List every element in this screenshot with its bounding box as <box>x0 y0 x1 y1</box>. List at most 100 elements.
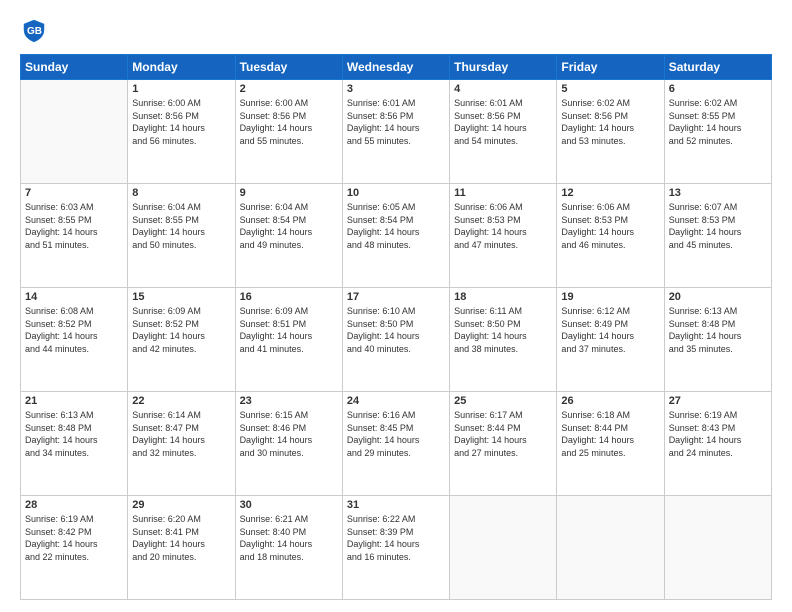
page: GB SundayMondayTuesdayWednesdayThursdayF… <box>0 0 792 612</box>
day-number: 27 <box>669 395 767 407</box>
day-info: Sunrise: 6:06 AM Sunset: 8:53 PM Dayligh… <box>561 201 659 251</box>
day-number: 15 <box>132 291 230 303</box>
header: GB <box>20 16 772 44</box>
day-number: 11 <box>454 187 552 199</box>
calendar-cell <box>664 496 771 600</box>
day-number: 3 <box>347 83 445 95</box>
day-info: Sunrise: 6:03 AM Sunset: 8:55 PM Dayligh… <box>25 201 123 251</box>
calendar-cell: 27Sunrise: 6:19 AM Sunset: 8:43 PM Dayli… <box>664 392 771 496</box>
day-info: Sunrise: 6:00 AM Sunset: 8:56 PM Dayligh… <box>132 97 230 147</box>
calendar-header-row: SundayMondayTuesdayWednesdayThursdayFrid… <box>21 55 772 80</box>
day-info: Sunrise: 6:01 AM Sunset: 8:56 PM Dayligh… <box>347 97 445 147</box>
day-number: 12 <box>561 187 659 199</box>
svg-text:GB: GB <box>27 26 42 37</box>
calendar-cell: 6 Sunrise: 6:02 AM Sunset: 8:55 PM Daylig… <box>664 80 771 184</box>
calendar-week-row: 1 Sunrise: 6:00 AM Sunset: 8:56 PM Daylig… <box>21 80 772 184</box>
calendar-week-row: 21Sunrise: 6:13 AM Sunset: 8:48 PM Dayli… <box>21 392 772 496</box>
calendar-cell: 9 Sunrise: 6:04 AM Sunset: 8:54 PM Daylig… <box>235 184 342 288</box>
calendar-cell: 11 Sunrise: 6:06 AM Sunset: 8:53 PM Dayli… <box>450 184 557 288</box>
day-number: 9 <box>240 187 338 199</box>
calendar-cell: 5Sunrise: 6:02 AM Sunset: 8:56 PM Daylig… <box>557 80 664 184</box>
calendar-cell <box>557 496 664 600</box>
day-info: Sunrise: 6:13 AM Sunset: 8:48 PM Dayligh… <box>25 409 123 459</box>
day-number: 1 <box>132 83 230 95</box>
calendar-cell: 25 Sunrise: 6:17 AM Sunset: 8:44 PM Dayli… <box>450 392 557 496</box>
day-number: 18 <box>454 291 552 303</box>
day-info: Sunrise: 6:20 AM Sunset: 8:41 PM Dayligh… <box>132 513 230 563</box>
day-number: 6 <box>669 83 767 95</box>
day-info: Sunrise: 6:11 AM Sunset: 8:50 PM Dayligh… <box>454 305 552 355</box>
day-info: Sunrise: 6:02 AM Sunset: 8:55 PM Dayligh… <box>669 97 767 147</box>
day-number: 14 <box>25 291 123 303</box>
day-info: Sunrise: 6:04 AM Sunset: 8:54 PM Dayligh… <box>240 201 338 251</box>
calendar-day-header: Thursday <box>450 55 557 80</box>
calendar-cell: 15 Sunrise: 6:09 AM Sunset: 8:52 PM Dayli… <box>128 288 235 392</box>
day-number: 19 <box>561 291 659 303</box>
calendar-cell: 2Sunrise: 6:00 AM Sunset: 8:56 PM Daylig… <box>235 80 342 184</box>
calendar-day-header: Sunday <box>21 55 128 80</box>
calendar-cell: 10 Sunrise: 6:05 AM Sunset: 8:54 PM Dayli… <box>342 184 449 288</box>
logo: GB <box>20 16 52 44</box>
calendar-cell: 17 Sunrise: 6:10 AM Sunset: 8:50 PM Dayli… <box>342 288 449 392</box>
day-info: Sunrise: 6:09 AM Sunset: 8:52 PM Dayligh… <box>132 305 230 355</box>
day-number: 23 <box>240 395 338 407</box>
calendar-day-header: Saturday <box>664 55 771 80</box>
day-info: Sunrise: 6:07 AM Sunset: 8:53 PM Dayligh… <box>669 201 767 251</box>
day-info: Sunrise: 6:05 AM Sunset: 8:54 PM Dayligh… <box>347 201 445 251</box>
calendar-cell: 20 Sunrise: 6:13 AM Sunset: 8:48 PM Dayli… <box>664 288 771 392</box>
logo-icon: GB <box>20 16 48 44</box>
day-number: 16 <box>240 291 338 303</box>
calendar-cell: 30 Sunrise: 6:21 AM Sunset: 8:40 PM Dayli… <box>235 496 342 600</box>
calendar-cell: 22 Sunrise: 6:14 AM Sunset: 8:47 PM Dayli… <box>128 392 235 496</box>
day-info: Sunrise: 6:12 AM Sunset: 8:49 PM Dayligh… <box>561 305 659 355</box>
day-info: Sunrise: 6:21 AM Sunset: 8:40 PM Dayligh… <box>240 513 338 563</box>
day-info: Sunrise: 6:18 AM Sunset: 8:44 PM Dayligh… <box>561 409 659 459</box>
day-number: 17 <box>347 291 445 303</box>
day-number: 10 <box>347 187 445 199</box>
calendar-day-header: Monday <box>128 55 235 80</box>
day-info: Sunrise: 6:14 AM Sunset: 8:47 PM Dayligh… <box>132 409 230 459</box>
calendar-day-header: Friday <box>557 55 664 80</box>
day-number: 20 <box>669 291 767 303</box>
calendar-cell: 16 Sunrise: 6:09 AM Sunset: 8:51 PM Dayli… <box>235 288 342 392</box>
calendar-cell: 7 Sunrise: 6:03 AM Sunset: 8:55 PM Daylig… <box>21 184 128 288</box>
day-info: Sunrise: 6:15 AM Sunset: 8:46 PM Dayligh… <box>240 409 338 459</box>
day-info: Sunrise: 6:10 AM Sunset: 8:50 PM Dayligh… <box>347 305 445 355</box>
day-info: Sunrise: 6:22 AM Sunset: 8:39 PM Dayligh… <box>347 513 445 563</box>
day-number: 29 <box>132 499 230 511</box>
calendar-cell: 31 Sunrise: 6:22 AM Sunset: 8:39 PM Dayli… <box>342 496 449 600</box>
day-info: Sunrise: 6:04 AM Sunset: 8:55 PM Dayligh… <box>132 201 230 251</box>
calendar-day-header: Tuesday <box>235 55 342 80</box>
calendar-table: SundayMondayTuesdayWednesdayThursdayFrid… <box>20 54 772 600</box>
calendar-cell: 23 Sunrise: 6:15 AM Sunset: 8:46 PM Dayli… <box>235 392 342 496</box>
calendar-cell: 4Sunrise: 6:01 AM Sunset: 8:56 PM Daylig… <box>450 80 557 184</box>
day-number: 30 <box>240 499 338 511</box>
day-info: Sunrise: 6:00 AM Sunset: 8:56 PM Dayligh… <box>240 97 338 147</box>
calendar-cell: 26 Sunrise: 6:18 AM Sunset: 8:44 PM Dayli… <box>557 392 664 496</box>
calendar-cell: 18 Sunrise: 6:11 AM Sunset: 8:50 PM Dayli… <box>450 288 557 392</box>
day-number: 28 <box>25 499 123 511</box>
day-number: 25 <box>454 395 552 407</box>
calendar-cell: 3 Sunrise: 6:01 AM Sunset: 8:56 PM Daylig… <box>342 80 449 184</box>
calendar-cell: 8 Sunrise: 6:04 AM Sunset: 8:55 PM Daylig… <box>128 184 235 288</box>
day-number: 13 <box>669 187 767 199</box>
day-number: 26 <box>561 395 659 407</box>
day-info: Sunrise: 6:16 AM Sunset: 8:45 PM Dayligh… <box>347 409 445 459</box>
day-number: 4 <box>454 83 552 95</box>
day-info: Sunrise: 6:06 AM Sunset: 8:53 PM Dayligh… <box>454 201 552 251</box>
calendar-week-row: 7 Sunrise: 6:03 AM Sunset: 8:55 PM Daylig… <box>21 184 772 288</box>
calendar-cell: 1 Sunrise: 6:00 AM Sunset: 8:56 PM Daylig… <box>128 80 235 184</box>
day-number: 8 <box>132 187 230 199</box>
day-number: 5 <box>561 83 659 95</box>
calendar-cell: 21Sunrise: 6:13 AM Sunset: 8:48 PM Dayli… <box>21 392 128 496</box>
calendar-cell: 13 Sunrise: 6:07 AM Sunset: 8:53 PM Dayli… <box>664 184 771 288</box>
calendar-cell <box>21 80 128 184</box>
day-info: Sunrise: 6:13 AM Sunset: 8:48 PM Dayligh… <box>669 305 767 355</box>
day-number: 31 <box>347 499 445 511</box>
day-info: Sunrise: 6:17 AM Sunset: 8:44 PM Dayligh… <box>454 409 552 459</box>
day-number: 22 <box>132 395 230 407</box>
calendar-cell: 28Sunrise: 6:19 AM Sunset: 8:42 PM Dayli… <box>21 496 128 600</box>
day-number: 7 <box>25 187 123 199</box>
day-info: Sunrise: 6:09 AM Sunset: 8:51 PM Dayligh… <box>240 305 338 355</box>
calendar-week-row: 28Sunrise: 6:19 AM Sunset: 8:42 PM Dayli… <box>21 496 772 600</box>
